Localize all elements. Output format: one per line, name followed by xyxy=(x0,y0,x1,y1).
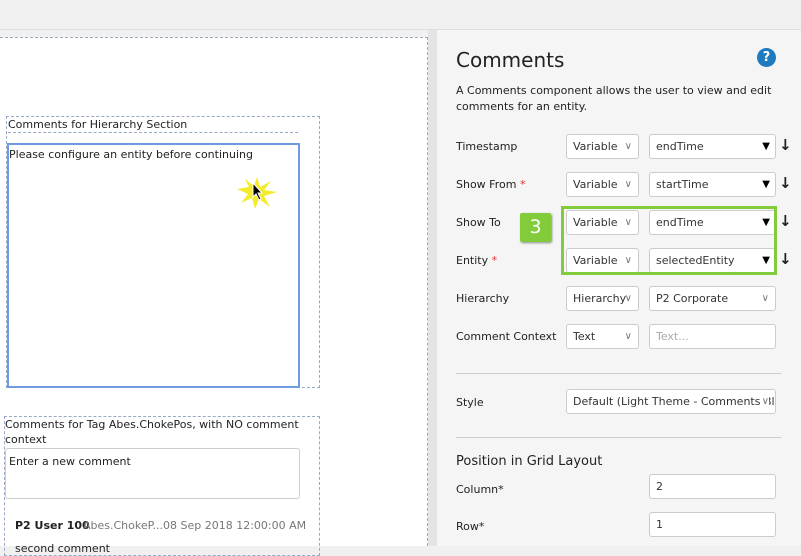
panel-title: Comments xyxy=(456,48,565,72)
help-icon[interactable]: ? xyxy=(757,48,776,67)
bind-arrow-icon[interactable]: ↓ xyxy=(779,136,792,154)
comment-context-label: Comment Context xyxy=(456,330,557,343)
hierarchy-value-select[interactable]: P2 Corporate ∨ xyxy=(649,286,776,311)
row-label: Row* xyxy=(456,520,485,533)
column-input[interactable]: 2 xyxy=(649,474,776,499)
section1-title: Comments for Hierarchy Section xyxy=(8,117,298,133)
hierarchy-label: Hierarchy xyxy=(456,292,510,305)
timestamp-label: Timestamp xyxy=(456,140,518,153)
step-badge: 3 xyxy=(520,213,551,242)
new-comment-input[interactable]: Enter a new comment xyxy=(5,448,300,499)
show-to-label: Show To xyxy=(456,216,501,229)
comment-context-type-select[interactable]: Text ∨ xyxy=(566,324,639,349)
comment-tag: Abes.ChokeP... xyxy=(83,519,164,532)
configure-message: Please configure an entity before contin… xyxy=(9,148,253,161)
comment-text: second comment xyxy=(15,542,110,555)
top-bar xyxy=(0,0,801,30)
style-label: Style xyxy=(456,396,484,409)
style-select[interactable]: Default (Light Theme - Comments Blo ∨ xyxy=(566,389,776,414)
bind-arrow-icon[interactable]: ↓ xyxy=(779,250,792,268)
bind-arrow-icon[interactable]: ↓ xyxy=(779,212,792,230)
timestamp-value-select[interactable]: endTime ▼ xyxy=(649,134,776,159)
divider xyxy=(456,437,781,438)
comment-context-input[interactable]: Text... xyxy=(649,324,776,349)
show-from-type-select[interactable]: Variable ∨ xyxy=(566,172,639,197)
section2-title: Comments for Tag Abes.ChokePos, with NO … xyxy=(5,418,299,446)
design-canvas: Comments for Hierarchy Section Please co… xyxy=(0,37,428,556)
highlight-box xyxy=(561,206,777,275)
grid-heading: Position in Grid Layout xyxy=(456,454,603,469)
new-comment-placeholder: Enter a new comment xyxy=(9,455,131,468)
show-from-label: Show From * xyxy=(456,178,526,191)
column-label: Column* xyxy=(456,483,504,496)
click-burst-icon xyxy=(237,177,277,209)
timestamp-type-select[interactable]: Variable ∨ xyxy=(566,134,639,159)
show-from-value-select[interactable]: startTime ▼ xyxy=(649,172,776,197)
panel-description: A Comments component allows the user to … xyxy=(456,84,772,113)
hierarchy-type-select[interactable]: Hierarchy ∨ xyxy=(566,286,639,311)
row-input[interactable]: 1 xyxy=(649,512,776,537)
section1-body[interactable]: Please configure an entity before contin… xyxy=(7,143,300,388)
panel-splitter[interactable] xyxy=(428,30,437,546)
bind-arrow-icon[interactable]: ↓ xyxy=(779,174,792,192)
comment-user: P2 User 100 xyxy=(15,519,90,532)
entity-label: Entity * xyxy=(456,254,498,267)
properties-panel: Comments ? A Comments component allows t… xyxy=(437,30,801,546)
comment-date: 08 Sep 2018 12:00:00 AM xyxy=(163,519,307,532)
divider xyxy=(456,373,781,374)
